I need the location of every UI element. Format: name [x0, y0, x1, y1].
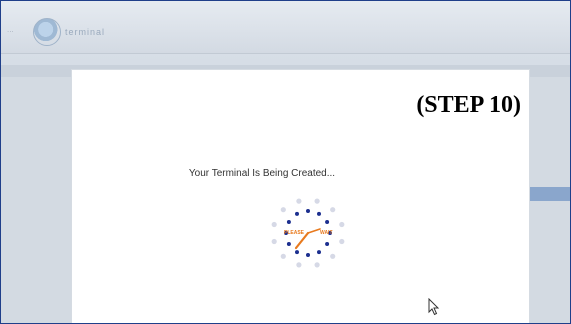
header-faint-text: ... — [7, 25, 14, 34]
spinner-dot-faint — [339, 221, 345, 228]
spinner-dot — [295, 250, 299, 255]
spinner-hand-icon — [307, 228, 321, 234]
spinner-dot — [306, 253, 310, 257]
spinner-dot-faint — [314, 198, 320, 204]
spinner-dot — [286, 242, 291, 246]
spinner-dot-faint — [330, 207, 336, 213]
spinner-dot-faint — [296, 198, 302, 204]
spinner-dot — [306, 209, 310, 213]
spinner-dot-faint — [271, 221, 277, 228]
background-right-panel — [526, 77, 570, 323]
loading-dots-clock-icon: PLEASE WAIT — [271, 198, 345, 268]
spinner-dot — [295, 211, 299, 216]
background-left-panel — [1, 77, 71, 323]
spinner-dot — [317, 250, 321, 255]
app-window: ... terminal (STEP 10) Your Terminal Is … — [0, 0, 571, 324]
spinner-dot-faint — [339, 238, 345, 245]
spinner-dot-faint — [271, 238, 277, 245]
spinner-dot-faint — [314, 262, 320, 268]
spinner-dot — [317, 211, 321, 216]
status-text: Your Terminal Is Being Created... — [188, 168, 336, 179]
globe-logo-icon — [33, 18, 61, 46]
spinner-caption-left: PLEASE — [284, 230, 305, 236]
spinner-dot — [286, 220, 291, 224]
spinner-dot-faint — [296, 262, 302, 268]
spinner-dot — [325, 220, 330, 224]
spinner-dot-faint — [280, 207, 286, 213]
loading-dialog: (STEP 10) Your Terminal Is Being Created… — [71, 69, 530, 323]
spinner-caption-right: WAIT — [320, 230, 333, 236]
spinner-dot-faint — [330, 253, 336, 259]
step-label: (STEP 10) — [416, 92, 521, 118]
app-header: ... terminal — [1, 1, 570, 54]
spinner-dot-faint — [280, 253, 286, 259]
spinner-dot — [325, 242, 330, 246]
background-highlight-bar — [526, 187, 570, 201]
mouse-pointer-icon — [428, 298, 440, 316]
logo-text: terminal — [65, 27, 106, 37]
